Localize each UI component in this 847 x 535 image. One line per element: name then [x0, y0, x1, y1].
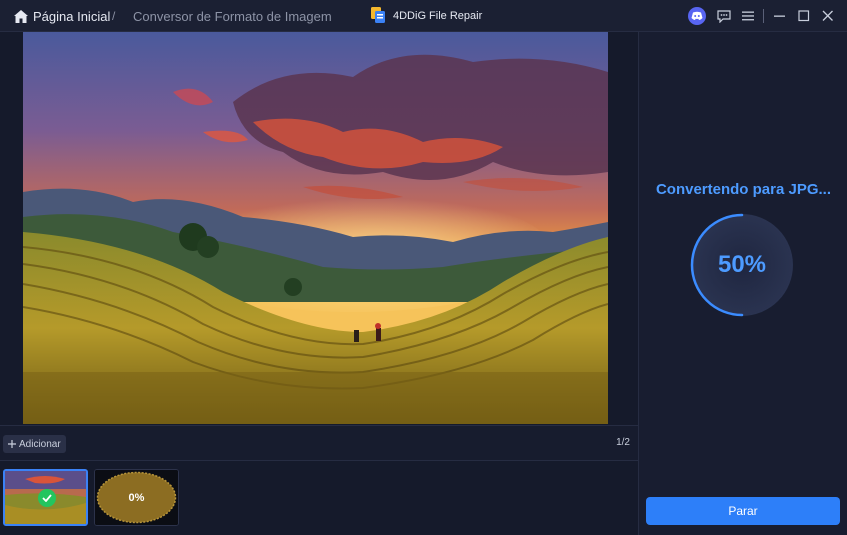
preview-area	[0, 32, 638, 425]
app-title: 4DDiG File Repair	[393, 10, 483, 22]
feedback-icon[interactable]	[716, 8, 732, 24]
maximize-icon[interactable]	[796, 8, 812, 24]
progress-ring: 50%	[689, 212, 795, 318]
stop-button[interactable]: Parar	[646, 497, 840, 525]
breadcrumb-separator: /	[112, 9, 116, 23]
menu-icon[interactable]	[740, 8, 756, 24]
title-bar: Página Inicial / Conversor de Formato de…	[0, 0, 847, 32]
close-icon[interactable]	[820, 8, 836, 24]
check-icon	[38, 489, 56, 507]
conversion-panel: Convertendo para JPG... 50% Parar	[638, 32, 847, 535]
thumbnail-item[interactable]	[3, 469, 88, 526]
breadcrumb-current: Conversor de Formato de Imagem	[133, 9, 332, 24]
progress-percent: 50%	[717, 251, 767, 278]
page-counter: 1/2	[616, 437, 630, 448]
plus-icon	[8, 440, 16, 448]
thumbnail-progress-label: 0%	[128, 491, 145, 504]
breadcrumb-home[interactable]: Página Inicial	[33, 9, 110, 24]
app-logo-icon	[371, 7, 385, 23]
titlebar-divider	[763, 9, 764, 23]
add-button[interactable]: Adicionar	[3, 435, 66, 453]
thumbnail-item-processing[interactable]: 0%	[94, 469, 179, 526]
thumbnail-toolbar: Adicionar 1/2	[0, 425, 638, 461]
conversion-status-title: Convertendo para JPG...	[655, 181, 832, 198]
discord-icon[interactable]	[688, 7, 706, 25]
home-icon[interactable]	[14, 10, 28, 23]
preview-image	[23, 32, 608, 424]
add-button-label: Adicionar	[19, 438, 61, 450]
minimize-icon[interactable]	[772, 8, 788, 24]
thumbnail-strip: 0%	[0, 462, 638, 535]
